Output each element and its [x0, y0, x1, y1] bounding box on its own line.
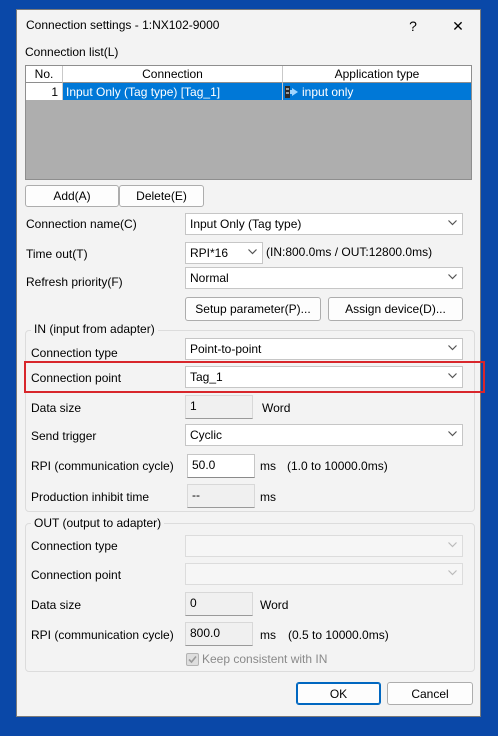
chevron-down-icon	[448, 570, 457, 578]
out-data-size-unit: Word	[260, 598, 289, 612]
setup-parameter-button[interactable]: Setup parameter(P)...	[185, 297, 321, 321]
in-data-size-label: Data size	[31, 401, 82, 415]
row-no-cell: 1	[26, 83, 63, 100]
out-connection-type-select[interactable]	[185, 535, 463, 557]
out-connection-type-label: Connection type	[31, 539, 118, 553]
title-bar: Connection settings - 1:NX102-9000 ? ✕	[17, 10, 480, 40]
chevron-down-icon	[448, 220, 457, 228]
out-group-title: OUT (output to adapter)	[31, 516, 165, 530]
chevron-down-icon	[448, 431, 457, 439]
row-application-type-cell: input only	[283, 83, 471, 100]
connection-name-select[interactable]: Input Only (Tag type)	[185, 213, 463, 235]
help-icon: ?	[409, 18, 417, 34]
chevron-down-icon	[448, 542, 457, 550]
out-connection-point-label: Connection point	[31, 568, 122, 582]
in-connection-type-value: Point-to-point	[190, 342, 262, 356]
delete-button[interactable]: Delete(E)	[119, 185, 204, 207]
out-rpi-field: 800.0	[185, 622, 253, 646]
in-connection-type-label: Connection type	[31, 346, 118, 360]
out-rpi-range: (0.5 to 10000.0ms)	[288, 628, 389, 642]
column-header-no[interactable]: No.	[26, 66, 63, 83]
column-header-application-type[interactable]: Application type	[283, 66, 471, 83]
connection-list-table[interactable]: No. Connection Application type 1 Input …	[25, 65, 472, 180]
refresh-priority-label: Refresh priority(F)	[26, 275, 123, 289]
ok-button[interactable]: OK	[296, 682, 381, 705]
close-button[interactable]: ✕	[441, 14, 475, 38]
connection-list-label: Connection list(L)	[25, 45, 119, 59]
application-type-text: input only	[302, 84, 354, 99]
timeout-select[interactable]: RPI*16	[185, 242, 263, 264]
keep-consistent-label: Keep consistent with IN	[202, 652, 328, 666]
keep-consistent-checkbox[interactable]	[186, 653, 199, 666]
refresh-priority-value: Normal	[190, 271, 229, 285]
out-rpi-unit: ms	[260, 628, 276, 642]
in-connection-type-select[interactable]: Point-to-point	[185, 338, 463, 360]
column-header-connection[interactable]: Connection	[63, 66, 283, 83]
timeout-label: Time out(T)	[26, 247, 88, 261]
input-only-icon	[285, 85, 299, 99]
out-connection-point-select[interactable]	[185, 563, 463, 585]
assign-device-button[interactable]: Assign device(D)...	[328, 297, 463, 321]
in-send-trigger-label: Send trigger	[31, 429, 97, 443]
row-connection-cell: Input Only (Tag type) [Tag_1]	[63, 83, 283, 100]
in-rpi-unit: ms	[260, 459, 276, 473]
help-button[interactable]: ?	[396, 14, 430, 38]
add-button[interactable]: Add(A)	[25, 185, 119, 207]
in-rpi-range: (1.0 to 10000.0ms)	[287, 459, 388, 473]
timeout-info: (IN:800.0ms / OUT:12800.0ms)	[266, 245, 433, 259]
close-icon: ✕	[452, 17, 464, 34]
in-send-trigger-value: Cyclic	[190, 428, 222, 442]
in-data-size-field: 1	[185, 395, 253, 419]
chevron-down-icon	[448, 345, 457, 353]
refresh-priority-select[interactable]: Normal	[185, 267, 463, 289]
timeout-value: RPI*16	[190, 246, 229, 260]
in-inhibit-unit: ms	[260, 490, 276, 504]
out-rpi-label: RPI (communication cycle)	[31, 628, 174, 642]
table-row[interactable]: 1 Input Only (Tag type) [Tag_1] input on…	[26, 83, 471, 100]
out-data-size-label: Data size	[31, 598, 82, 612]
connection-name-label: Connection name(C)	[26, 217, 137, 231]
in-inhibit-field: --	[187, 484, 255, 508]
connection-point-highlight-box	[24, 361, 485, 393]
window-title: Connection settings - 1:NX102-9000	[26, 18, 220, 32]
chevron-down-icon	[248, 249, 257, 257]
chevron-down-icon	[448, 274, 457, 282]
out-data-size-field: 0	[185, 592, 253, 616]
in-inhibit-label: Production inhibit time	[31, 490, 150, 504]
in-data-size-unit: Word	[262, 401, 291, 415]
checkmark-icon	[188, 655, 197, 664]
in-group-title: IN (input from adapter)	[31, 322, 158, 336]
connection-name-value: Input Only (Tag type)	[190, 217, 302, 231]
in-send-trigger-select[interactable]: Cyclic	[185, 424, 463, 446]
in-rpi-label: RPI (communication cycle)	[31, 459, 174, 473]
in-rpi-input[interactable]: 50.0	[187, 454, 255, 478]
cancel-button[interactable]: Cancel	[387, 682, 473, 705]
